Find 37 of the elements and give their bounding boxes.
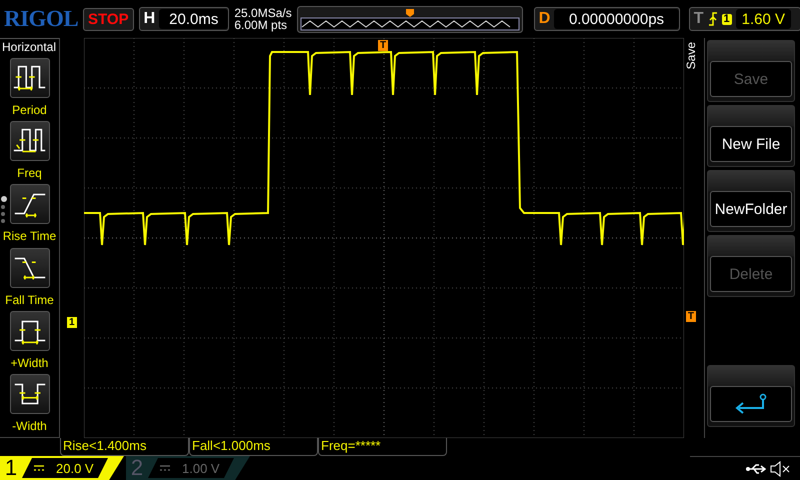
- measure-label: +Width: [10, 356, 48, 370]
- run-state-indicator[interactable]: STOP: [83, 8, 134, 30]
- measure-button[interactable]: [10, 121, 50, 162]
- trigger-display[interactable]: T 1 1.60 V: [688, 7, 800, 31]
- trigger-level-marker[interactable]: T: [686, 311, 696, 322]
- return-arrow-icon: [733, 393, 769, 415]
- memory-depth: 6.00M pts: [234, 19, 288, 31]
- brand-logo: RIGOL: [4, 6, 78, 32]
- measure-button[interactable]: [10, 58, 50, 98]
- measure-button[interactable]: [10, 374, 50, 414]
- delay-display[interactable]: D 0.00000000ps: [534, 7, 680, 31]
- softkey-button[interactable]: New File: [710, 126, 792, 162]
- timebase-display[interactable]: H 20.0ms: [138, 7, 230, 31]
- rising-edge-icon: [708, 12, 718, 26]
- measure-label: Fall Time: [5, 292, 54, 307]
- sample-rate: 25.0MSa/s: [234, 7, 292, 19]
- measure-label: Freq: [17, 166, 42, 180]
- channel-offset-marker[interactable]: 1: [67, 317, 77, 328]
- menu-title: Save: [684, 42, 698, 70]
- menu-title: Horizontal: [1, 40, 56, 54]
- measurement-result: Freq=*****: [318, 438, 447, 456]
- softkey-button[interactable]: NewFolder: [710, 191, 792, 227]
- trigger-source-badge: 1: [722, 14, 732, 24]
- measure-button[interactable]: [10, 248, 50, 288]
- usb-icon: [746, 462, 766, 474]
- measure-button[interactable]: [10, 184, 50, 224]
- dc-coupling-icon: [34, 465, 44, 471]
- channel-tab[interactable]: 2 1.00 V: [126, 456, 250, 480]
- channel-tab[interactable]: 1 20.0 V: [0, 456, 124, 480]
- return-button[interactable]: [710, 386, 792, 422]
- measure-label: Rise Time: [2, 229, 56, 244]
- measure-label: -Width: [12, 418, 47, 433]
- trigger-position-marker[interactable]: T: [378, 40, 388, 51]
- measure-button[interactable]: [10, 310, 50, 351]
- speaker-muted-icon: [770, 460, 790, 476]
- measure-label: Period: [12, 103, 47, 117]
- dc-coupling-icon: [160, 465, 170, 471]
